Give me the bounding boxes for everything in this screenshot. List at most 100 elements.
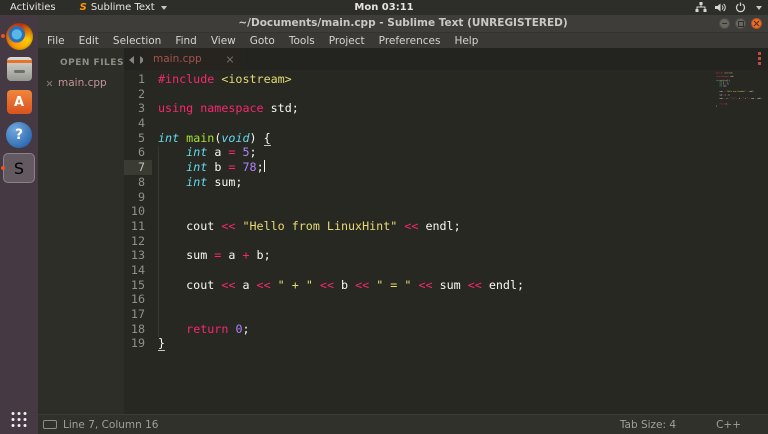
code-line-14[interactable] — [158, 263, 524, 278]
activities-button[interactable]: Activities — [0, 0, 66, 15]
code-line-18[interactable]: return 0; — [158, 322, 524, 337]
icon-glyph: A — [13, 94, 25, 110]
code-token: namespace — [200, 101, 264, 116]
code-token: std; — [263, 101, 299, 116]
tab-scroll-left-icon[interactable] — [129, 56, 134, 64]
code-line-3[interactable]: using namespace std; — [158, 101, 524, 116]
code-token: endl; — [756, 97, 762, 100]
code-token: 5 — [242, 145, 250, 160]
code-token: " = " — [376, 277, 412, 292]
code-line-6[interactable]: int a = 5; — [158, 145, 524, 160]
code-token: int — [186, 160, 208, 175]
code-line-10[interactable] — [158, 204, 524, 219]
tab-main-cpp[interactable]: main.cpp — [143, 48, 241, 70]
system-tray[interactable] — [695, 0, 762, 15]
code-line-8[interactable]: int sum; — [158, 175, 524, 190]
clock[interactable]: Mon 03:11 — [354, 2, 413, 13]
code-line-13[interactable]: sum = a + b; — [158, 248, 524, 263]
line-number: 3 — [137, 101, 145, 116]
line-number: 13 — [130, 248, 145, 263]
code-line-15[interactable]: cout << a << " + " << b << " = " << sum … — [158, 278, 524, 293]
code-token: << — [404, 218, 419, 233]
tab-close-icon[interactable] — [226, 55, 234, 63]
code-line-12[interactable] — [158, 234, 524, 249]
code-editor[interactable]: 1 2 3 4 5 6 7 8 9 10 11 12 13 14 15 16 17 18 19 #include <… — [124, 70, 768, 415]
menu-item-goto[interactable]: Goto — [243, 33, 282, 48]
line-number: 18 — [130, 321, 145, 336]
line-number: 7 — [124, 160, 152, 175]
line-number: 8 — [137, 174, 145, 189]
menu-item-find[interactable]: Find — [168, 33, 204, 48]
code-token: ; — [242, 321, 250, 336]
code-line-17[interactable] — [158, 307, 524, 322]
code-line-16[interactable] — [158, 292, 524, 307]
sublime-text-icon: S — [14, 159, 24, 178]
code-token: cout — [716, 97, 724, 100]
syntax-indicator[interactable]: C++ — [716, 419, 741, 431]
code-token: b; — [249, 248, 271, 263]
menu-item-preferences[interactable]: Preferences — [372, 33, 448, 48]
code-token: << — [221, 277, 236, 292]
code-token: endl; — [481, 277, 525, 292]
show-applications-button[interactable] — [11, 412, 27, 427]
code-token: 78 — [242, 160, 257, 175]
minimize-button[interactable] — [719, 18, 730, 29]
status-icon — [43, 420, 57, 429]
menu-item-file[interactable]: File — [40, 33, 72, 48]
line-number: 10 — [130, 204, 145, 219]
code-line-7[interactable]: int b = 78; — [158, 160, 524, 175]
menu-item-tools[interactable]: Tools — [282, 33, 322, 48]
code-token: << — [418, 277, 433, 292]
code-token: b; — [727, 94, 731, 96]
code-token: using — [158, 101, 194, 116]
line-number: 2 — [137, 86, 145, 101]
close-file-icon[interactable] — [46, 80, 53, 87]
code-line-5[interactable]: int main(void) { — [158, 130, 524, 146]
maximize-button[interactable] — [735, 18, 746, 29]
dock-item-ubuntu-software[interactable]: A — [3, 87, 35, 117]
minimap[interactable]: #include <iostream> using namespace std; i… — [716, 72, 768, 114]
code-line-19[interactable]: } — [158, 336, 524, 352]
open-file-main.cpp[interactable]: main.cpp — [46, 77, 124, 89]
code-token: cout — [716, 90, 724, 93]
code-line-4[interactable] — [158, 116, 524, 131]
code-token: <iostream> — [723, 72, 733, 74]
code-token: sum; — [722, 84, 727, 87]
code-token: sum — [158, 248, 215, 263]
code-token: namespace — [721, 75, 730, 78]
code-token: b — [207, 160, 229, 175]
code-line-1[interactable]: #include <iostream> — [158, 72, 524, 87]
desktop-screen: Activities S Sublime Text Mon 03:11 A ? … — [0, 0, 768, 434]
code-token: main — [186, 130, 215, 145]
line-number: 19 — [130, 336, 145, 351]
code-token: endl; — [748, 90, 754, 93]
firefox-icon — [5, 22, 33, 50]
dock-item-firefox[interactable] — [1, 21, 35, 51]
code-area[interactable]: #include <iostream> using namespace std; i… — [158, 72, 524, 352]
tab-overflow-menu-icon[interactable] — [758, 52, 761, 65]
tab-size-indicator[interactable]: Tab Size: 4 — [620, 419, 676, 431]
code-line-2[interactable] — [158, 87, 524, 102]
menu-item-selection[interactable]: Selection — [106, 33, 168, 48]
app-menu-button[interactable]: S Sublime Text — [80, 0, 167, 15]
dock-item-files[interactable] — [3, 54, 35, 84]
dock-item-help[interactable]: ? — [3, 120, 35, 150]
close-button[interactable] — [751, 18, 762, 29]
code-token: b — [333, 277, 356, 292]
code-line-11[interactable]: cout << "Hello from LinuxHint" << endl; — [158, 219, 524, 234]
caret-down-icon — [160, 5, 167, 10]
code-line-9[interactable] — [158, 190, 524, 205]
window-titlebar[interactable]: ~/Documents/main.cpp - Sublime Text (UNR… — [38, 15, 768, 33]
menu-item-view[interactable]: View — [204, 33, 243, 48]
menu-item-edit[interactable]: Edit — [72, 33, 106, 48]
minimap-line-15: cout << a << " + " << b << " = " << sum … — [716, 98, 768, 100]
menu-item-help[interactable]: Help — [447, 33, 485, 48]
menu-item-project[interactable]: Project — [322, 33, 372, 48]
dock-item-sublime-text[interactable]: S — [1, 153, 35, 183]
